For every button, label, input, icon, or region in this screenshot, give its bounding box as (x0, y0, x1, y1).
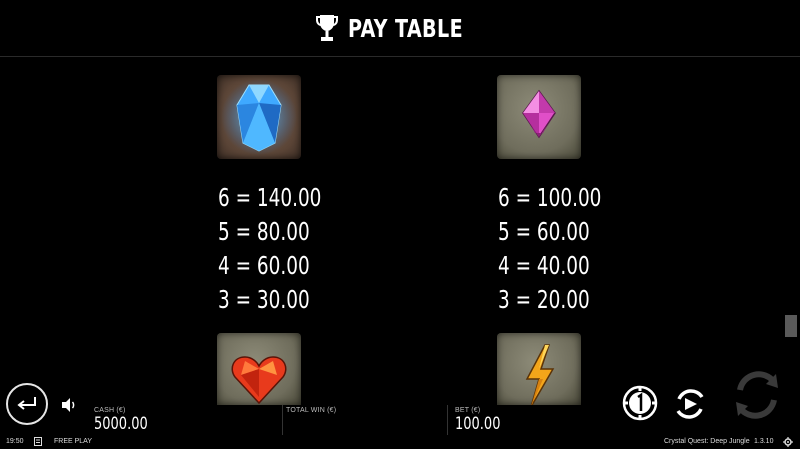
bet-value: 100.00 (455, 414, 501, 434)
settings-gear-icon[interactable] (783, 437, 793, 447)
divider (282, 405, 283, 435)
blue-crystal-symbol (217, 75, 301, 159)
payout-line: 3 = 20.00 (498, 285, 590, 314)
history-icon[interactable] (34, 437, 42, 446)
payout-line: 6 = 100.00 (498, 183, 602, 212)
red-heart-gem-icon (231, 356, 287, 405)
pink-gem-payouts: 6 = 100.00 5 = 60.00 4 = 40.00 3 = 20.00 (498, 181, 601, 317)
scrollbar-thumb[interactable] (785, 315, 797, 337)
orange-bolt-gem-icon (525, 344, 555, 405)
total-win-label: TOTAL WIN (€) (286, 407, 337, 414)
payout-line: 6 = 140.00 (218, 183, 322, 212)
payout-line: 4 = 40.00 (498, 251, 590, 280)
return-arrow-icon (17, 397, 36, 410)
game-version: 1.3.10 (754, 438, 774, 445)
blue-crystal-payouts: 6 = 140.00 5 = 80.00 4 = 60.00 3 = 30.00 (218, 181, 321, 317)
payout-line: 4 = 60.00 (218, 251, 310, 280)
payout-line: 3 = 30.00 (218, 285, 310, 314)
cash-value: 5000.00 (94, 414, 148, 434)
play-mode: FREE PLAY (54, 438, 92, 445)
trophy-icon (316, 15, 339, 41)
sound-icon[interactable] (60, 396, 78, 414)
red-heart-gem-symbol (217, 333, 301, 405)
autoplay-button[interactable] (671, 385, 709, 423)
pink-gem-symbol (497, 75, 581, 159)
pay-table-header: PAY TABLE (0, 0, 800, 57)
scrollbar[interactable] (785, 58, 797, 403)
bet-label: BET (€) (455, 407, 481, 414)
page-title: PAY TABLE (348, 13, 464, 43)
orange-bolt-gem-symbol (497, 333, 581, 405)
divider (447, 405, 448, 435)
payout-line: 5 = 80.00 (218, 217, 310, 246)
pink-gem-icon (522, 89, 556, 139)
back-button[interactable] (6, 383, 48, 425)
cash-label: CASH (€) (94, 407, 126, 414)
game-name: Crystal Quest: Deep Jungle (664, 438, 750, 445)
blue-crystal-icon (221, 79, 297, 155)
payout-line: 5 = 60.00 (498, 217, 590, 246)
clock: 19:50 (6, 438, 24, 445)
coin-value-button[interactable] (622, 385, 658, 421)
spin-button[interactable] (730, 368, 784, 422)
